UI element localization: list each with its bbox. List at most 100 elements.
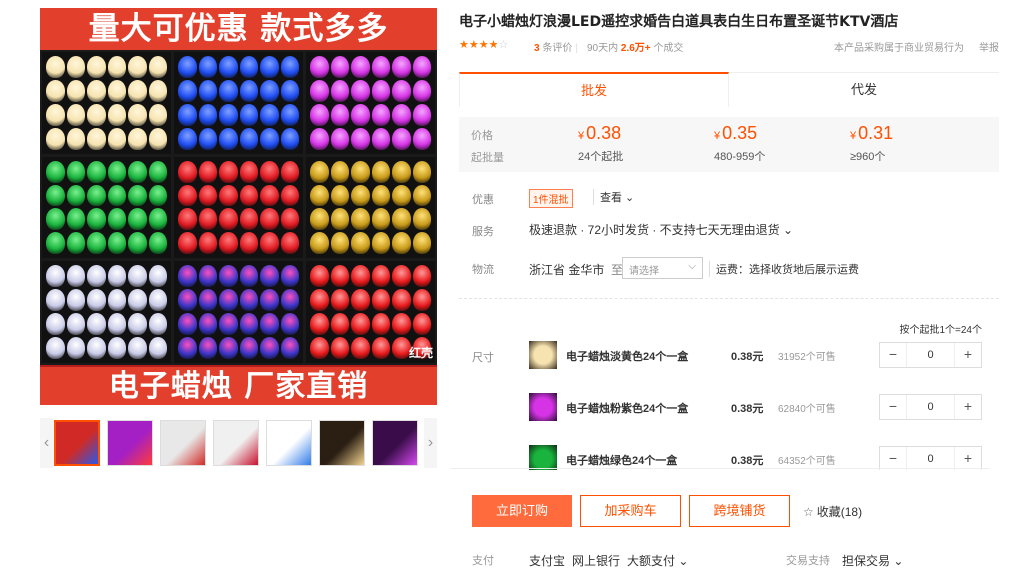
thumb-next-arrow-icon[interactable]: ›: [424, 418, 437, 468]
candle-icon: [239, 79, 258, 102]
candle-icon: [46, 127, 65, 150]
candle-icon: [87, 127, 106, 150]
order-now-button[interactable]: 立即订购: [472, 495, 572, 527]
thumbnail-image[interactable]: [54, 420, 100, 466]
favorite-button[interactable]: ☆ 收藏(18): [803, 503, 862, 520]
candle-cell: [306, 156, 435, 259]
candle-icon: [351, 337, 370, 359]
candle-icon: [260, 289, 279, 312]
moq-label: 起批量: [471, 152, 504, 164]
candle-icon: [280, 56, 299, 78]
minus-icon[interactable]: −: [880, 395, 906, 419]
candle-icon: [330, 289, 349, 312]
candle-icon: [392, 79, 411, 102]
candle-icon: [198, 232, 217, 255]
candle-icon: [330, 127, 349, 150]
pay-alipay[interactable]: 支付宝: [529, 552, 565, 569]
candle-icon: [219, 56, 238, 78]
product-title: 电子小蜡烛灯浪漫LED遥控求婚告白道具表白生日布置圣诞节KTV酒店: [459, 14, 899, 30]
candle-icon: [260, 103, 279, 126]
price-tiers: 价格 起批量 ¥0.38 24个起批 ¥0.35 480-959个 ¥0.31 …: [459, 117, 999, 172]
candle-icon: [178, 79, 197, 102]
image-banner-top: 量大可优惠 款式多多: [40, 8, 437, 50]
thumbnail-image[interactable]: [107, 420, 153, 466]
candle-icon: [148, 313, 167, 336]
minus-icon[interactable]: −: [880, 343, 906, 367]
candle-icon: [198, 265, 217, 288]
candle-icon: [239, 313, 258, 336]
quantity-input[interactable]: 0: [906, 343, 955, 367]
plus-icon[interactable]: +: [955, 395, 981, 419]
thumbnail-image[interactable]: [266, 420, 312, 466]
candle-icon: [330, 232, 349, 255]
add-to-cart-button[interactable]: 加采购车: [580, 495, 681, 527]
candle-icon: [128, 289, 147, 312]
thumbnail-image[interactable]: [319, 420, 365, 466]
plus-icon[interactable]: +: [955, 447, 981, 470]
candle-icon: [260, 56, 279, 78]
tab-wholesale[interactable]: 批发: [459, 72, 729, 107]
candle-icon: [66, 160, 85, 183]
thumbnail-image[interactable]: [160, 420, 206, 466]
candle-icon: [66, 208, 85, 231]
sku-thumbnail[interactable]: [529, 341, 557, 369]
candle-icon: [219, 103, 238, 126]
candle-icon: [87, 184, 106, 207]
candle-icon: [66, 337, 85, 359]
candle-icon: [351, 184, 370, 207]
candle-icon: [198, 160, 217, 183]
trade-guarantee[interactable]: 担保交易 ⌄: [842, 552, 903, 569]
candle-icon: [198, 79, 217, 102]
cross-border-button[interactable]: 跨境铺货: [689, 495, 790, 527]
candle-icon: [148, 265, 167, 288]
price-tier-2: ¥0.35 480-959个: [714, 123, 766, 163]
candle-icon: [371, 160, 390, 183]
candle-icon: [219, 289, 238, 312]
sku-thumbnail[interactable]: [529, 445, 557, 470]
thumbnail-image[interactable]: [213, 420, 259, 466]
candle-icon: [46, 289, 65, 312]
candle-icon: [128, 160, 147, 183]
candle-icon: [66, 232, 85, 255]
pay-large-amount[interactable]: 大额支付 ⌄: [627, 552, 688, 569]
candle-icon: [260, 337, 279, 359]
pay-online-bank[interactable]: 网上银行: [572, 552, 620, 569]
sku-thumbnail[interactable]: [529, 393, 557, 421]
candle-icon: [310, 184, 329, 207]
candle-icon: [371, 337, 390, 359]
product-meta: ★★★★☆ 3 条评价 | 90天内 2.6万+ 个成交 本产品采购属于商业贸易行…: [459, 39, 999, 54]
candle-icon: [371, 127, 390, 150]
candle-icon: [330, 79, 349, 102]
candle-icon: [280, 265, 299, 288]
candle-icon: [330, 313, 349, 336]
candle-icon: [198, 208, 217, 231]
candle-icon: [280, 79, 299, 102]
main-product-image[interactable]: 量大可优惠 款式多多 红壳 电子蜡烛 厂家直销: [40, 8, 437, 405]
destination-select[interactable]: 请选择 ⌵: [622, 257, 703, 279]
candle-icon: [178, 337, 197, 359]
candle-icon: [330, 265, 349, 288]
candle-icon: [280, 289, 299, 312]
thumb-prev-arrow-icon[interactable]: ‹: [40, 418, 53, 468]
tab-dropship[interactable]: 代发: [729, 72, 999, 106]
quantity-input[interactable]: 0: [906, 447, 955, 470]
candle-icon: [66, 79, 85, 102]
rating-stars-icon: ★★★★☆: [459, 39, 509, 51]
candle-icon: [87, 103, 106, 126]
report-link[interactable]: 举报: [979, 39, 999, 54]
candle-icon: [310, 56, 329, 78]
promo-view-link[interactable]: 查看 ⌄: [593, 189, 634, 205]
quantity-input[interactable]: 0: [906, 395, 955, 419]
candle-icon: [87, 337, 106, 359]
candle-icon: [107, 56, 126, 78]
service-details[interactable]: 极速退款 · 72小时发货 · 不支持七天无理由退货 ⌄: [529, 221, 793, 238]
minus-icon[interactable]: −: [880, 447, 906, 470]
star-outline-icon: ☆: [803, 505, 814, 519]
candle-icon: [310, 337, 329, 359]
candle-icon: [128, 208, 147, 231]
candle-icon: [260, 313, 279, 336]
plus-icon[interactable]: +: [955, 343, 981, 367]
sku-row: 电子蜡烛淡黄色24个一盒 0.38元 31952个可售 −0 +: [459, 335, 999, 375]
review-count[interactable]: 3 条评价 |: [534, 39, 581, 54]
thumbnail-image[interactable]: [372, 420, 418, 466]
